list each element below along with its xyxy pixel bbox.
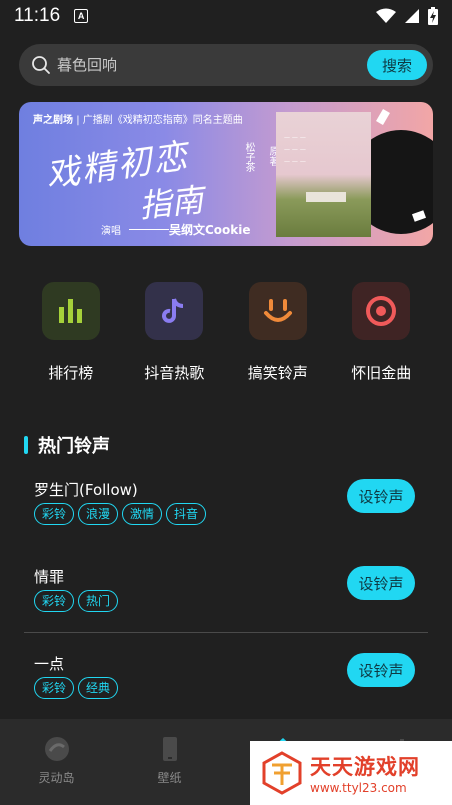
list-item[interactable]: 一点 彩铃 经典 设铃声 bbox=[34, 653, 434, 723]
search-input[interactable] bbox=[57, 56, 357, 74]
watermark: 天天游戏网 www.ttyl23.com bbox=[250, 741, 452, 805]
category-douyin-hits[interactable]: 抖音热歌 bbox=[123, 282, 227, 392]
song-tags: 彩铃 浪漫 激情 抖音 bbox=[34, 503, 207, 525]
status-time: 11:16 bbox=[14, 5, 61, 26]
search-icon bbox=[32, 56, 50, 74]
tag: 彩铃 bbox=[34, 677, 75, 699]
category-oldies[interactable]: 怀旧金曲 bbox=[330, 282, 434, 392]
status-bar: 11:16 A bbox=[0, 0, 452, 32]
category-row: 排行榜 抖音热歌 搞笑铃声 怀旧金曲 bbox=[19, 282, 433, 392]
set-ringtone-button[interactable]: 设铃声 bbox=[347, 479, 415, 513]
tag: 经典 bbox=[78, 677, 119, 699]
banner-singer-label: 演唱 bbox=[101, 226, 121, 237]
watermark-logo-icon bbox=[262, 751, 302, 795]
banner-author: 松子茶 bbox=[243, 142, 254, 172]
section-header: 热门铃声 bbox=[24, 432, 110, 458]
category-label: 排行榜 bbox=[48, 364, 94, 382]
search-bar: 搜索 bbox=[19, 44, 433, 86]
nav-label: 壁纸 bbox=[157, 771, 182, 785]
tag: 抖音 bbox=[166, 503, 207, 525]
status-icons bbox=[376, 7, 438, 25]
phone-icon bbox=[162, 737, 177, 761]
song-title: 一点 bbox=[34, 655, 65, 673]
category-funny-ringtones[interactable]: 搞笑铃声 bbox=[226, 282, 330, 392]
category-label: 怀旧金曲 bbox=[351, 364, 412, 382]
notification-a-icon: A bbox=[74, 9, 89, 23]
song-tags: 彩铃 热门 bbox=[34, 590, 119, 612]
song-title: 罗生门(Follow) bbox=[34, 481, 138, 499]
island-icon bbox=[44, 737, 69, 761]
banner-singer: 吴纲文Cookie bbox=[169, 223, 251, 237]
banner-source: 声之剧场 bbox=[33, 115, 73, 126]
nav-label: 灵动岛 bbox=[38, 771, 75, 785]
tag: 热门 bbox=[78, 590, 119, 612]
album-cover-image: — — — — — — — — — bbox=[276, 112, 371, 237]
set-ringtone-button[interactable]: 设铃声 bbox=[347, 566, 415, 600]
watermark-title: 天天游戏网 bbox=[310, 755, 420, 779]
cover-bed-art bbox=[306, 192, 346, 202]
battery-icon bbox=[428, 7, 438, 25]
song-tags: 彩铃 经典 bbox=[34, 677, 119, 699]
list-item[interactable]: 情罪 彩铃 热门 设铃声 bbox=[34, 566, 434, 636]
tag: 激情 bbox=[122, 503, 163, 525]
watermark-text: 天天游戏网 www.ttyl23.com bbox=[310, 751, 420, 795]
banner-sticker-decoration bbox=[376, 108, 390, 126]
tag: 彩铃 bbox=[34, 590, 75, 612]
category-label: 抖音热歌 bbox=[144, 364, 205, 382]
divider bbox=[24, 632, 428, 633]
section-title: 热门铃声 bbox=[38, 436, 110, 457]
watermark-url: www.ttyl23.com bbox=[310, 781, 407, 795]
category-ranking[interactable]: 排行榜 bbox=[19, 282, 123, 392]
tag: 彩铃 bbox=[34, 503, 75, 525]
wifi-icon bbox=[376, 8, 396, 23]
tiktok-note-icon bbox=[145, 282, 204, 340]
set-ringtone-button[interactable]: 设铃声 bbox=[347, 653, 415, 687]
banner-subtitle: | 广播剧《戏精初恋指南》同名主题曲 bbox=[76, 115, 243, 126]
banner-divider bbox=[129, 229, 169, 230]
cover-lyrics-art: — — — — — — — — — bbox=[284, 134, 306, 165]
category-label: 搞笑铃声 bbox=[247, 364, 308, 382]
tag: 浪漫 bbox=[78, 503, 119, 525]
chart-bars-icon bbox=[41, 282, 100, 340]
search-button[interactable]: 搜索 bbox=[367, 50, 427, 80]
promo-banner[interactable]: 声之剧场 | 广播剧《戏精初恋指南》同名主题曲 戏精初恋 指南 演唱 吴纲文Co… bbox=[19, 102, 433, 246]
banner-title-line2: 指南 bbox=[137, 180, 206, 226]
nav-item-island[interactable]: 灵动岛 bbox=[0, 719, 113, 805]
smile-icon bbox=[248, 282, 307, 340]
nav-item-wallpaper[interactable]: 壁纸 bbox=[113, 719, 226, 805]
vinyl-target-icon bbox=[352, 282, 411, 340]
section-accent-bar bbox=[24, 436, 28, 454]
song-title: 情罪 bbox=[34, 568, 65, 586]
banner-top-label: 声之剧场 | 广播剧《戏精初恋指南》同名主题曲 bbox=[33, 111, 243, 126]
signal-icon bbox=[405, 9, 419, 23]
list-item[interactable]: 罗生门(Follow) 彩铃 浪漫 激情 抖音 设铃声 bbox=[34, 479, 434, 549]
